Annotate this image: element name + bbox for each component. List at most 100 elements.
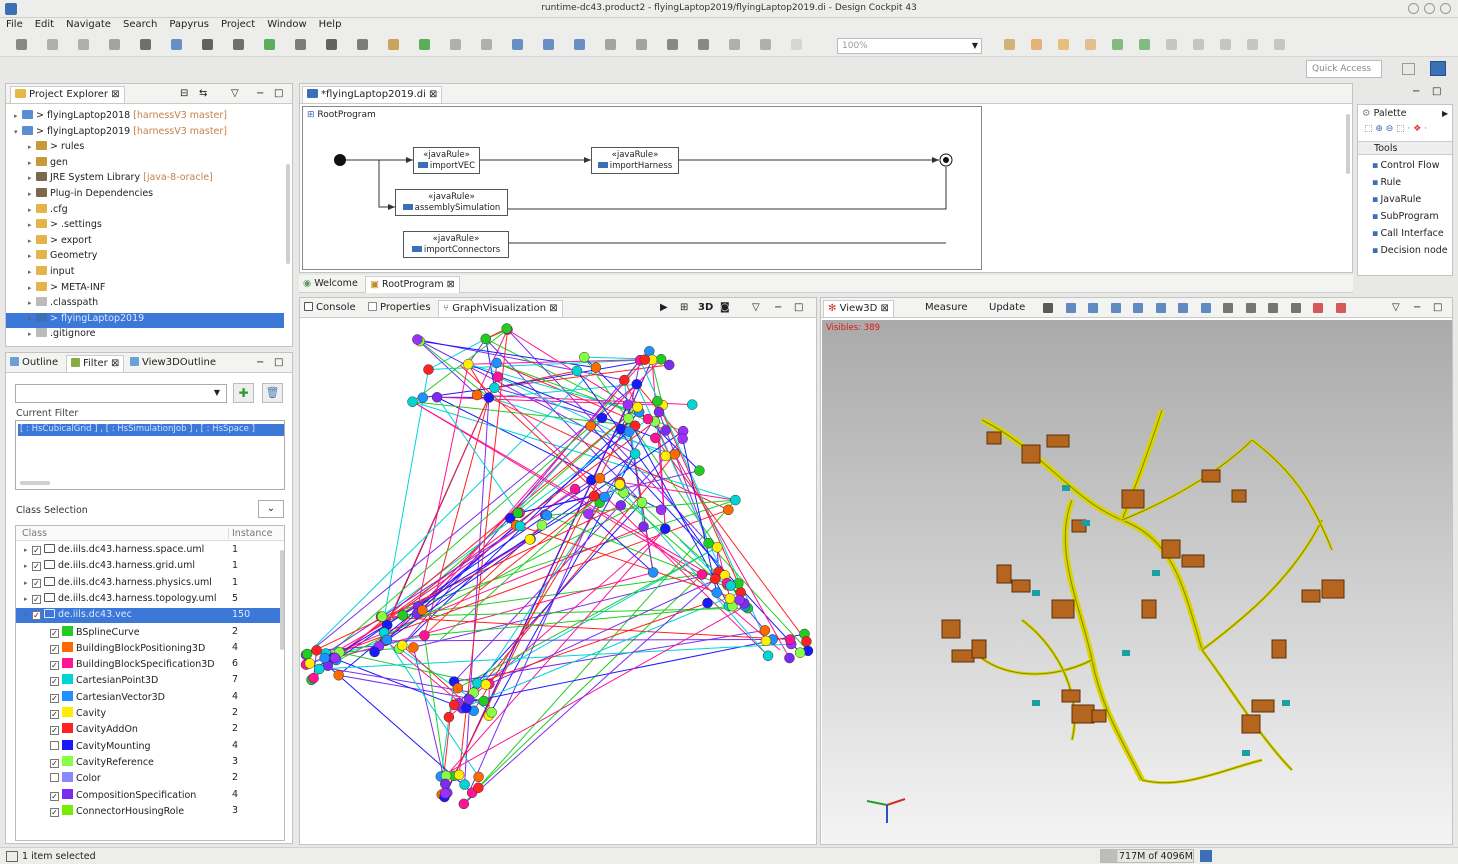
color-swatch[interactable] [62,625,73,636]
toolbar-icon[interactable] [47,39,58,50]
tab-root-program[interactable]: ▣ RootProgram ⊠ [365,276,460,293]
current-filter-value[interactable]: [ : HsCubicalGrid ] , [ : HsSimulationJo… [18,424,284,436]
color-swatch[interactable] [62,641,73,652]
col-instance[interactable]: Instance [228,528,272,539]
toolbar-icon[interactable] [233,39,244,50]
graph-node[interactable] [571,365,583,377]
tree-item[interactable]: ▸ > META-INF [6,281,284,297]
chevron-right-icon[interactable]: ▸ [24,546,32,554]
view3d-tool-icon[interactable] [1290,303,1301,313]
chevron-right-icon[interactable]: ▸ [28,252,36,260]
graph-node[interactable] [524,534,536,545]
color-swatch[interactable] [62,739,73,750]
toolbar-icon[interactable] [1247,39,1258,50]
checkbox[interactable]: ✓ [50,758,59,768]
graph-node[interactable] [638,521,649,532]
open-perspective-icon[interactable] [1402,63,1415,75]
checkbox[interactable]: ✓ [50,628,59,638]
graph-node[interactable] [696,569,708,580]
toolbar-icon[interactable] [605,39,616,50]
tree-item[interactable]: ▾ > flyingLaptop2019 [harnessV3 master] [6,125,284,141]
table-row[interactable]: ✓ BSplineCurve 2 [16,625,280,640]
chevron-right-icon[interactable]: ▸ [28,237,36,245]
view3d-tool-icon[interactable] [1245,303,1256,313]
maximize-view-icon[interactable]: □ [1432,86,1441,97]
java-rule-node[interactable]: «javaRule» importVEC [413,147,480,174]
view3d-tool-icon[interactable] [1133,303,1143,313]
tab-filter[interactable]: Filter ⊠ [66,355,125,372]
checkbox[interactable]: ✓ [32,546,41,555]
graph-node[interactable] [585,420,597,432]
graph-node[interactable] [596,412,608,424]
color-swatch[interactable] [62,772,73,783]
graph-node[interactable] [333,669,344,681]
tree-item[interactable]: ▸ > .settings [6,219,284,234]
chevron-right-icon[interactable]: ▸ [28,221,36,229]
graph-node[interactable] [369,646,380,658]
graph-node[interactable] [655,504,667,516]
tree-item[interactable]: ▸ > rules [6,141,284,156]
view-menu-icon[interactable]: ▽ [1392,302,1400,313]
minimize-view-icon[interactable]: − [1412,86,1420,97]
graph-node[interactable] [588,490,600,502]
play-icon[interactable]: ▶ [660,302,668,313]
graph-node[interactable] [710,573,721,585]
add-filter-button[interactable]: ✚ [233,383,254,403]
minimize-button[interactable] [1408,3,1419,14]
graph-node[interactable] [760,635,772,647]
menu-search[interactable]: Search [117,18,163,30]
tree-item[interactable]: ▸ > export [6,234,284,250]
toolbar-icon[interactable] [1166,39,1177,50]
graph-node[interactable] [311,645,322,656]
graph-node[interactable] [329,652,341,664]
toolbar-icon[interactable] [574,39,585,50]
table-row[interactable]: ▸ ✓ de.iils.dc43.harness.topology.uml 5 [16,592,280,607]
toolbar-icon[interactable] [512,39,523,50]
graph-node[interactable] [669,449,681,460]
table-row[interactable]: ✓ BuildingBlockPositioning3D 4 [16,641,280,656]
table-row[interactable]: ▾ ✓ de.iils.dc43.vec 150 [16,608,280,624]
color-swatch[interactable] [62,788,73,799]
graph-node[interactable] [794,647,806,658]
graph-node[interactable] [660,425,671,436]
toolbar-icon[interactable] [698,39,709,50]
checkbox[interactable]: ✓ [50,807,59,817]
tab-view3d-outline[interactable]: View3DOutline [130,357,216,368]
chevron-right-icon[interactable]: ▸ [28,190,36,198]
view3d-tool-icon[interactable] [1155,303,1166,313]
graph-node[interactable] [301,648,313,660]
graph-node[interactable] [652,396,663,407]
toolbar-icon[interactable] [1139,39,1150,50]
graph-node[interactable] [501,323,512,334]
table-row[interactable]: ✓ CavityAddOn 2 [16,722,280,737]
view3d-tool-icon[interactable] [1110,303,1121,313]
toolbar-icon[interactable] [1031,39,1042,50]
checkbox[interactable]: ✓ [50,726,59,736]
graph-node[interactable] [473,782,484,794]
graph-node[interactable] [489,382,500,394]
toolbar-icon[interactable] [1220,39,1231,50]
table-row[interactable]: ✓ ConnectorHousingRole 3 [16,804,280,819]
table-row[interactable]: ✓ CartesianPoint3D 7 [16,673,280,688]
tree-item[interactable]: ▸ input [6,266,284,281]
graph-node[interactable] [471,389,483,401]
chevron-right-icon[interactable]: ▸ [28,159,36,167]
tree-item[interactable]: ▸ Geometry [6,250,284,265]
graph-node[interactable] [636,497,648,508]
graph-node[interactable] [423,364,434,375]
toolbar-icon[interactable] [171,39,182,50]
tab-project-explorer[interactable]: Project Explorer ⊠ [10,86,125,103]
graph-node[interactable] [619,374,630,386]
palette-item[interactable]: ▪ JavaRule [1372,195,1452,205]
graph-node[interactable] [439,788,451,799]
toolbar-icon[interactable] [667,39,678,50]
toolbar-icon[interactable] [1274,39,1285,50]
checkbox[interactable] [50,740,59,750]
delete-filter-button[interactable]: 🗑 [262,383,283,403]
graph-node[interactable] [419,630,430,641]
chevron-right-icon[interactable]: ▸ [28,268,36,276]
toolbar-icon[interactable] [16,39,27,50]
chevron-right-icon[interactable]: ▸ [28,206,36,214]
graph-node[interactable] [407,396,418,407]
tab-graph-visualization[interactable]: ⑂ GraphVisualization ⊠ [438,300,563,317]
